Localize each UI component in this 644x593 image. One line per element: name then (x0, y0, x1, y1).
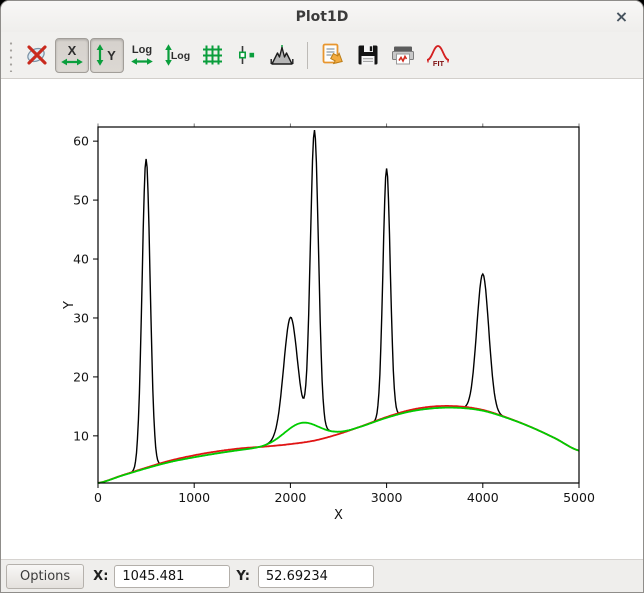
fit-button[interactable]: FIT (421, 38, 455, 73)
copy-button[interactable] (316, 38, 350, 73)
toggle-points-icon (235, 43, 259, 67)
svg-text:2000: 2000 (274, 490, 306, 505)
close-button[interactable]: × (611, 6, 632, 27)
svg-text:X: X (68, 43, 77, 58)
print-button[interactable] (386, 38, 420, 73)
svg-text:1000: 1000 (178, 490, 210, 505)
copy-icon (320, 42, 346, 68)
svg-text:50: 50 (73, 193, 89, 208)
svg-text:5000: 5000 (563, 490, 595, 505)
y-coordinate-label: Y: (236, 569, 249, 584)
options-button[interactable]: Options (6, 564, 84, 589)
grid-button[interactable] (195, 38, 229, 73)
y-coordinate-field[interactable] (258, 565, 374, 588)
statusbar: Options X: Y: (1, 559, 643, 592)
grid-icon (200, 43, 224, 67)
svg-text:10: 10 (73, 428, 89, 443)
y-log-icon: Log (162, 41, 192, 69)
window-title: Plot1D (296, 9, 349, 25)
print-icon (390, 43, 416, 67)
svg-text:40: 40 (73, 252, 89, 267)
svg-text:Log: Log (132, 44, 152, 56)
x-log-icon: Log (127, 41, 157, 69)
x-coordinate-label: X: (93, 569, 108, 584)
plot-area: 0 1000 2000 3000 4000 5000 10 20 30 40 50 60 X Y (1, 79, 643, 559)
plot1d-window: Plot1D × X Y (0, 0, 644, 593)
fit-icon: FIT (425, 42, 451, 68)
y-autoscale-button[interactable]: Y (90, 38, 124, 73)
svg-text:30: 30 (73, 310, 89, 325)
x-autoscale-button[interactable]: X (55, 38, 89, 73)
peak-search-button[interactable] (265, 38, 299, 73)
y-log-button[interactable]: Log (160, 38, 194, 73)
svg-text:20: 20 (73, 369, 89, 384)
toolbar-separator (307, 42, 308, 69)
titlebar[interactable]: Plot1D × (1, 1, 643, 32)
toolbar: X Y Log (1, 32, 643, 79)
plot-canvas[interactable]: 0 1000 2000 3000 4000 5000 10 20 30 40 50 60 X Y (1, 79, 643, 559)
save-button[interactable] (351, 38, 385, 73)
x-log-button[interactable]: Log (125, 38, 159, 73)
toggle-points-button[interactable] (230, 38, 264, 73)
svg-text:Log: Log (171, 50, 190, 62)
zoom-reset-button[interactable] (20, 38, 54, 73)
close-icon: × (615, 9, 628, 25)
svg-text:60: 60 (73, 134, 89, 149)
svg-text:4000: 4000 (467, 490, 499, 505)
zoom-reset-icon (24, 42, 50, 68)
svg-text:Y: Y (107, 48, 116, 63)
x-coordinate-field[interactable] (114, 565, 230, 588)
svg-text:0: 0 (94, 490, 102, 505)
x-autoscale-icon: X (58, 41, 86, 69)
peak-search-icon (269, 43, 295, 67)
svg-text:X: X (334, 508, 343, 523)
svg-text:3000: 3000 (371, 490, 403, 505)
toolbar-grip-handle[interactable] (7, 38, 15, 72)
y-autoscale-icon: Y (93, 41, 121, 69)
svg-text:Y: Y (62, 301, 77, 310)
save-icon (356, 43, 380, 67)
svg-text:FIT: FIT (433, 59, 445, 68)
